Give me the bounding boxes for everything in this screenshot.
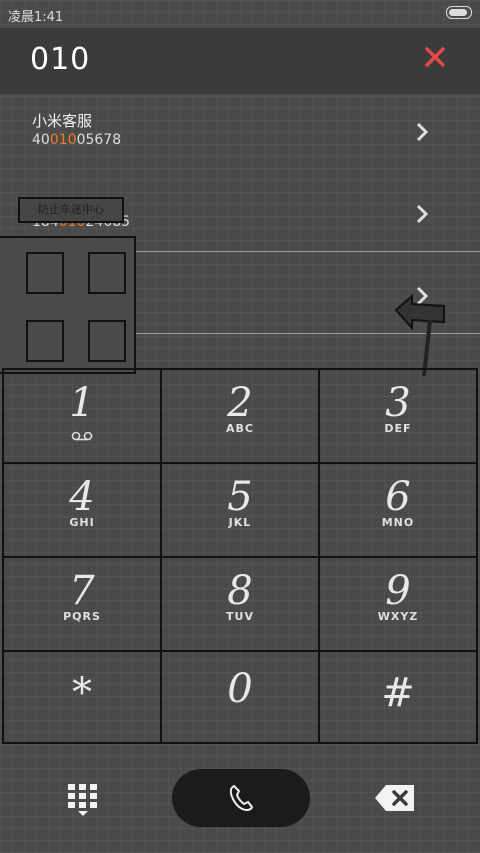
key-letters: WXYZ <box>377 610 419 623</box>
key-hash[interactable]: # <box>320 652 476 742</box>
key-5[interactable]: 5 JKL <box>162 464 320 558</box>
building-window <box>88 252 126 294</box>
status-bar: 凌晨1:41 <box>0 0 480 26</box>
dial-keypad: 1 2 ABC 3 DEF 4 GHI 5 JKL 6 MNO 7 PQRS 8… <box>2 368 478 744</box>
chevron-right-icon <box>416 122 428 142</box>
number-suffix: 05678 <box>76 132 122 148</box>
contact-number: 4001005678 <box>32 132 121 148</box>
key-digit: 4 <box>69 474 95 520</box>
building-window <box>26 252 64 294</box>
bottom-bar <box>0 744 480 853</box>
result-item[interactable]: 小米客服 4001005678 <box>0 94 480 176</box>
key-6[interactable]: 6 MNO <box>320 464 476 558</box>
key-star[interactable]: * <box>4 652 162 742</box>
key-4[interactable]: 4 GHI <box>4 464 162 558</box>
building-window <box>26 320 64 362</box>
dial-header: 010 <box>0 28 480 94</box>
key-letters: JKL <box>228 516 252 529</box>
key-0[interactable]: 0 <box>162 652 320 742</box>
key-9[interactable]: 9 WXYZ <box>320 558 476 652</box>
status-time: 凌晨1:41 <box>8 10 64 25</box>
key-digit: 6 <box>385 474 411 520</box>
key-7[interactable]: 7 PQRS <box>4 558 162 652</box>
chevron-right-icon <box>416 204 428 224</box>
key-digit: # <box>381 670 415 716</box>
key-digit: 2 <box>227 380 253 426</box>
close-icon[interactable] <box>424 46 446 68</box>
key-digit: 1 <box>69 380 95 426</box>
voicemail-icon <box>71 431 93 441</box>
key-2[interactable]: 2 ABC <box>162 370 320 464</box>
contact-name: 小米客服 <box>32 112 93 130</box>
key-digit: 9 <box>385 568 411 614</box>
building-window <box>88 320 126 362</box>
backspace-icon[interactable] <box>374 783 416 813</box>
key-letters: GHI <box>69 516 95 529</box>
building-sign: 防止车迷中心 <box>18 197 124 223</box>
key-digit: 7 <box>69 568 95 614</box>
phone-icon <box>229 784 254 812</box>
number-prefix: 40 <box>32 132 50 148</box>
battery-icon <box>446 6 472 19</box>
key-letters: MNO <box>381 516 415 529</box>
key-3[interactable]: 3 DEF <box>320 370 476 464</box>
key-8[interactable]: 8 TUV <box>162 558 320 652</box>
dialed-number[interactable]: 010 <box>30 42 90 77</box>
key-digit: 0 <box>227 666 253 712</box>
call-button[interactable] <box>172 769 310 827</box>
key-digit: * <box>72 670 92 716</box>
key-letters: TUV <box>226 610 254 623</box>
key-digit: 3 <box>385 380 411 426</box>
key-1[interactable]: 1 <box>4 370 162 464</box>
key-digit: 8 <box>227 568 253 614</box>
building-illustration <box>0 236 136 374</box>
divider <box>135 251 480 252</box>
key-letters: DEF <box>384 422 412 435</box>
key-digit: 5 <box>227 474 253 520</box>
key-letters: ABC <box>226 422 254 435</box>
dialpad-icon[interactable] <box>66 782 100 816</box>
number-match: 010 <box>49 132 77 148</box>
key-letters: PQRS <box>63 610 101 623</box>
